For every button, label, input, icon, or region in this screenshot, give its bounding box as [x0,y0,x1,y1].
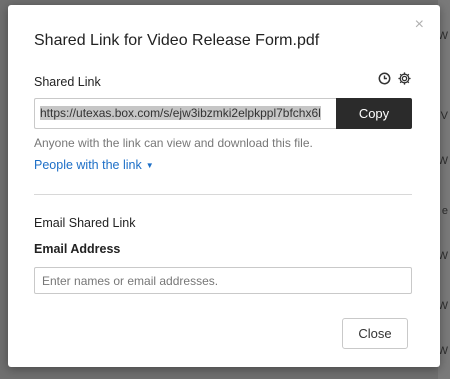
section-divider [34,194,412,195]
shared-link-url-field[interactable]: https://utexas.box.com/s/ejw3ibzmki2elpk… [34,98,336,129]
link-access-help-text: Anyone with the link can view and downlo… [34,136,313,150]
dialog-title: Shared Link for Video Release Form.pdf [34,32,320,49]
close-icon[interactable]: × [415,17,424,33]
email-address-input[interactable] [34,267,412,294]
email-field-label: Email Address [34,242,121,256]
gear-icon[interactable] [397,71,412,86]
shared-link-url: https://utexas.box.com/s/ejw3ibzmki2elpk… [40,106,321,120]
access-level-label: People with the link [34,158,142,172]
caret-down-icon: ▼ [145,160,154,170]
copy-button[interactable]: Copy [336,98,412,129]
shared-link-row: https://utexas.box.com/s/ejw3ibzmki2elpk… [34,98,412,129]
access-level-dropdown[interactable]: People with the link ▼ [34,158,154,172]
clock-icon[interactable] [378,72,391,85]
email-section-title: Email Shared Link [34,216,136,230]
share-dialog: × Shared Link for Video Release Form.pdf… [8,5,440,367]
close-button[interactable]: Close [342,318,408,349]
shared-link-label: Shared Link [34,75,101,89]
link-settings-toolbar [378,71,412,86]
